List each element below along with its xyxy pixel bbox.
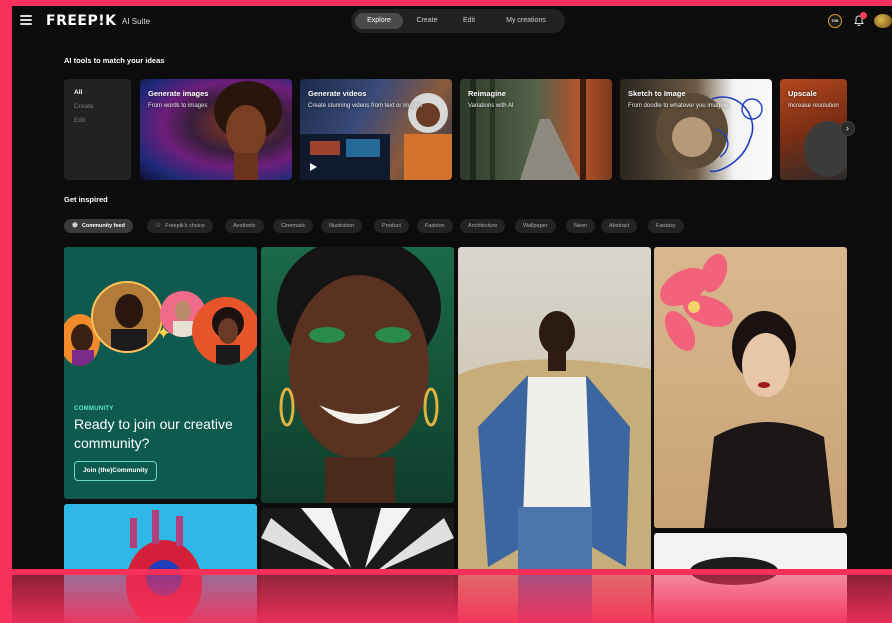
star-icon: ☆ [155, 222, 162, 229]
community-title: Ready to join our creative community? [74, 416, 233, 451]
tool-title: Upscale [788, 89, 817, 98]
credits-indicator[interactable]: 70K [828, 14, 842, 28]
tool-desc: From doodle to whatever you imagine [628, 103, 729, 109]
freepik-logo[interactable]: FREEP!K [46, 13, 116, 29]
gallery-image-man-denim[interactable] [458, 247, 651, 623]
tool-title: Sketch to Image [628, 89, 686, 98]
filter-aesthetic[interactable]: Aesthetic [225, 219, 264, 233]
ai-suite-label: AI Suite [122, 17, 151, 26]
tool-mode-filter: All Create Edit [64, 79, 131, 180]
tool-title: Reimagine [468, 89, 506, 98]
tab-my-creations[interactable]: My creations [493, 13, 559, 29]
tool-generate-images[interactable]: Generate images From words to images [140, 79, 292, 180]
filter-community-feed[interactable]: ⊕ Community feed [64, 219, 133, 233]
tool-desc: Increase resolution [788, 103, 839, 109]
gallery-image-woman-flower[interactable] [654, 247, 847, 528]
woman-flower-illustration [660, 253, 834, 528]
get-inspired-title: Get inspired [64, 195, 108, 204]
mode-edit[interactable]: Edit [74, 117, 121, 124]
top-bar: FREEP!K AI Suite Explore Create Edit My … [12, 6, 892, 36]
next-arrow-button[interactable]: › [840, 121, 855, 136]
smiling-woman-illustration [277, 247, 441, 503]
notification-badge [860, 12, 867, 19]
main-nav: Explore Create Edit My creations [351, 9, 565, 33]
filter-illustration[interactable]: Illustration [321, 219, 363, 233]
filter-product[interactable]: Product [374, 219, 409, 233]
tool-sketch-to-image[interactable]: Sketch to Image From doodle to whatever … [620, 79, 772, 180]
community-avatar [91, 281, 163, 353]
man-denim-illustration [458, 311, 651, 623]
play-icon[interactable] [310, 163, 317, 171]
tool-generate-videos[interactable]: Generate videos Create stunning videos f… [300, 79, 452, 180]
filter-cinematic[interactable]: Cinematic [273, 219, 314, 233]
tool-desc: Variations with AI [468, 103, 514, 109]
tab-explore[interactable]: Explore [355, 13, 403, 29]
join-community-button[interactable]: Join (the)Community [74, 461, 157, 481]
filter-architecture[interactable]: Architecture [460, 219, 506, 233]
community-card: ✦ COMMUNITY Ready to join our creative c… [64, 247, 257, 499]
app-window: FREEP!K AI Suite Explore Create Edit My … [12, 6, 892, 623]
mode-create[interactable]: Create [74, 103, 121, 110]
user-avatar[interactable] [874, 14, 892, 28]
tab-create[interactable]: Create [407, 13, 447, 29]
community-label: COMMUNITY [74, 406, 114, 412]
tool-desc: From words to images [148, 103, 208, 109]
tool-title: Generate videos [308, 89, 367, 98]
tool-reimagine[interactable]: Reimagine Variations with AI [460, 79, 612, 180]
mode-all[interactable]: All [74, 89, 121, 96]
filter-wallpaper[interactable]: Wallpaper [515, 219, 556, 233]
filter-neon[interactable]: Neon [566, 219, 596, 233]
overlay-gradient [0, 575, 892, 623]
filter-freepiks-choice[interactable]: ☆ Freepik's choice [147, 219, 213, 233]
tool-title: Generate images [148, 89, 209, 98]
filter-fantasy[interactable]: Fantasy [648, 219, 684, 233]
hamburger-menu-icon[interactable] [20, 15, 32, 25]
tool-upscale[interactable]: Upscale Increase resolution [780, 79, 847, 180]
filter-abstract[interactable]: Abstract [601, 219, 638, 233]
tab-edit[interactable]: Edit [451, 13, 487, 29]
gallery-image-smiling-woman[interactable] [261, 247, 454, 503]
ai-tools-title: AI tools to match your ideas [64, 56, 165, 65]
tool-desc: Create stunning videos from text or imag… [308, 103, 423, 109]
community-avatar [192, 297, 257, 365]
filter-fashion[interactable]: Fashion [417, 219, 453, 233]
globe-icon: ⊕ [72, 222, 78, 229]
sparkle-icon: ✦ [156, 323, 172, 343]
